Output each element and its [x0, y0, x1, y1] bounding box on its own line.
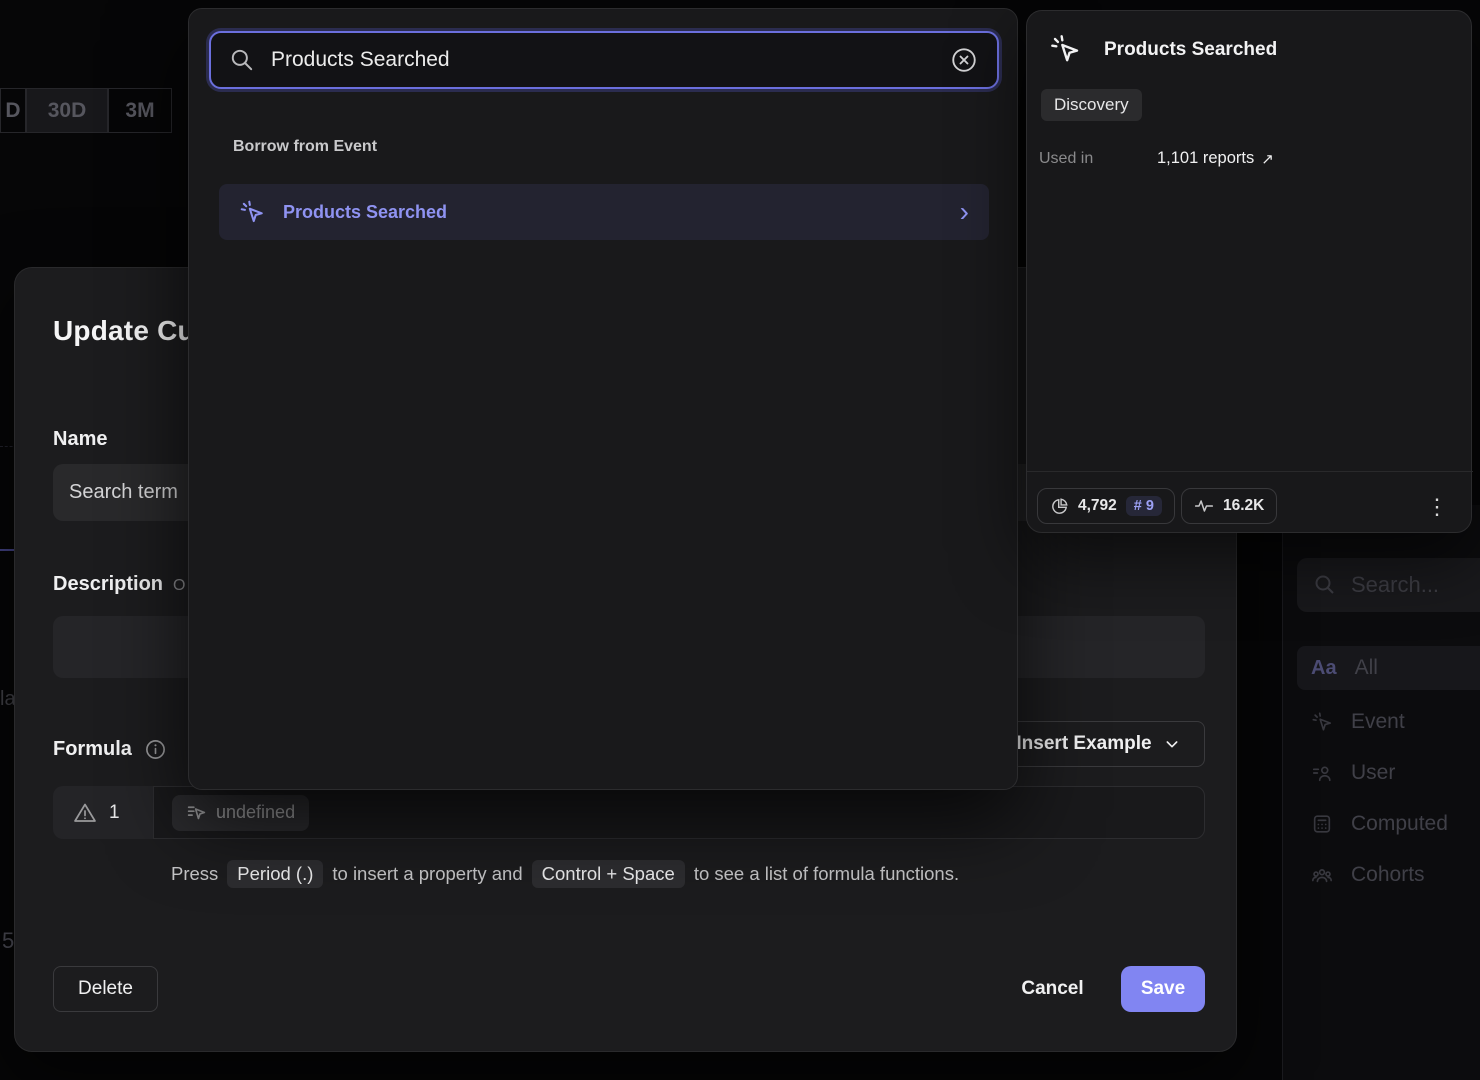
property-type-sidebar: Search... Aa All Event User Computed Coh… — [1282, 505, 1480, 1080]
event-rank-badge: # 9 — [1126, 496, 1162, 516]
search-result-label: Products Searched — [283, 202, 447, 223]
event-icon — [239, 199, 265, 225]
search-icon — [229, 47, 255, 73]
formula-token-undefined[interactable]: undefined — [172, 795, 309, 831]
sidebar-item-cohorts[interactable]: Cohorts — [1297, 853, 1480, 897]
delete-button[interactable]: Delete — [53, 966, 158, 1012]
formula-input[interactable]: undefined — [153, 786, 1205, 839]
description-label: Description — [53, 573, 163, 596]
arrow-up-right-icon: ↗ — [1261, 150, 1274, 168]
event-detail-panel: Products Searched Discovery Used in 1,10… — [1026, 10, 1472, 533]
insert-example-button[interactable]: Insert Example — [991, 721, 1205, 767]
app-root: D 30D 3M lay 5 Search... Aa All Event Us… — [0, 0, 1480, 1080]
property-search-field[interactable] — [209, 31, 999, 89]
description-optional-hint: O — [173, 577, 185, 595]
time-segment-label: D — [5, 99, 20, 123]
cancel-label: Cancel — [1021, 978, 1083, 1000]
kbd-control-space: Control + Space — [532, 860, 685, 888]
panel-divider — [1027, 471, 1473, 472]
time-segment-label: 30D — [48, 99, 87, 123]
sidebar-item-label: All — [1355, 656, 1378, 680]
activity-pulse-icon — [1194, 496, 1214, 516]
formula-label-row: Formula — [53, 738, 167, 761]
time-segment-label: 3M — [125, 99, 154, 123]
save-button[interactable]: Save — [1121, 966, 1205, 1012]
sidebar-search-placeholder: Search... — [1351, 572, 1439, 598]
kbd-period: Period (.) — [227, 860, 323, 888]
warning-count: 1 — [109, 802, 120, 824]
help-text: to insert a property and — [332, 863, 522, 885]
sidebar-item-user[interactable]: User — [1297, 751, 1480, 795]
event-detail-title: Products Searched — [1104, 39, 1277, 61]
formula-help-text: Press Period (.) to insert a property an… — [171, 860, 959, 888]
time-segment-3m[interactable]: 3M — [108, 88, 172, 133]
help-text: to see a list of formula functions. — [694, 863, 959, 885]
search-result-products-searched[interactable]: Products Searched › — [219, 184, 989, 240]
clear-search-icon[interactable] — [949, 45, 979, 75]
sidebar-item-label: Cohorts — [1351, 863, 1425, 887]
sidebar-item-label: Event — [1351, 710, 1405, 734]
time-range-selector: D 30D 3M — [0, 88, 172, 133]
event-icon — [1049, 33, 1081, 65]
pie-chart-icon — [1050, 497, 1069, 516]
time-segment-partial[interactable]: D — [0, 88, 26, 133]
property-search-overlay: Borrow from Event Products Searched › — [188, 8, 1018, 790]
help-text: Press — [171, 863, 218, 885]
formula-warning-counter[interactable]: 1 — [53, 786, 153, 839]
text-type-icon: Aa — [1311, 657, 1337, 680]
category-badge: Discovery — [1041, 89, 1142, 121]
chevron-right-icon: › — [960, 198, 969, 226]
used-in-reports-link[interactable]: 1,101 reports ↗ — [1157, 149, 1274, 168]
search-input[interactable] — [271, 48, 933, 72]
sidebar-search-input[interactable]: Search... — [1297, 558, 1480, 612]
delete-label: Delete — [78, 978, 133, 1000]
user-icon — [1311, 762, 1333, 784]
kebab-glyph: ⋮ — [1426, 501, 1448, 512]
sidebar-item-event[interactable]: Event — [1297, 700, 1480, 744]
property-token-icon — [186, 802, 207, 823]
event-volume-stat[interactable]: 16.2K — [1181, 488, 1277, 524]
used-in-label: Used in — [1039, 150, 1093, 168]
sidebar-item-all[interactable]: Aa All — [1297, 646, 1480, 690]
borrow-section-label: Borrow from Event — [233, 138, 377, 156]
axis-number-fragment: 5 — [2, 928, 14, 954]
computed-icon — [1311, 813, 1333, 835]
badge-wrap: Discovery — [1041, 89, 1142, 121]
event-count-stat[interactable]: 4,792 # 9 — [1037, 488, 1175, 524]
insert-example-label: Insert Example — [1016, 733, 1151, 755]
used-in-value: 1,101 reports — [1157, 149, 1254, 168]
event-icon-wrap — [1049, 33, 1081, 65]
sidebar-item-label: Computed — [1351, 812, 1448, 836]
sidebar-item-label: User — [1351, 761, 1395, 785]
info-icon[interactable] — [144, 738, 167, 761]
name-label: Name — [53, 428, 107, 451]
formula-label: Formula — [53, 738, 132, 761]
time-segment-30d[interactable]: 30D — [26, 88, 108, 133]
cohorts-icon — [1311, 864, 1333, 886]
sidebar-item-computed[interactable]: Computed — [1297, 802, 1480, 846]
save-label: Save — [1141, 978, 1185, 1000]
formula-token-label: undefined — [216, 802, 295, 823]
search-icon — [1313, 573, 1337, 597]
modal-title: Update Cu — [53, 315, 195, 347]
more-options-kebab-icon[interactable]: ⋮ — [1419, 488, 1455, 524]
warning-icon — [73, 801, 97, 825]
event-volume-value: 16.2K — [1223, 497, 1264, 515]
event-icon — [1311, 711, 1333, 733]
description-label-row: Description O — [53, 573, 185, 596]
chevron-down-icon — [1164, 736, 1180, 752]
cancel-button[interactable]: Cancel — [1000, 966, 1105, 1012]
event-count-value: 4,792 — [1078, 497, 1117, 515]
